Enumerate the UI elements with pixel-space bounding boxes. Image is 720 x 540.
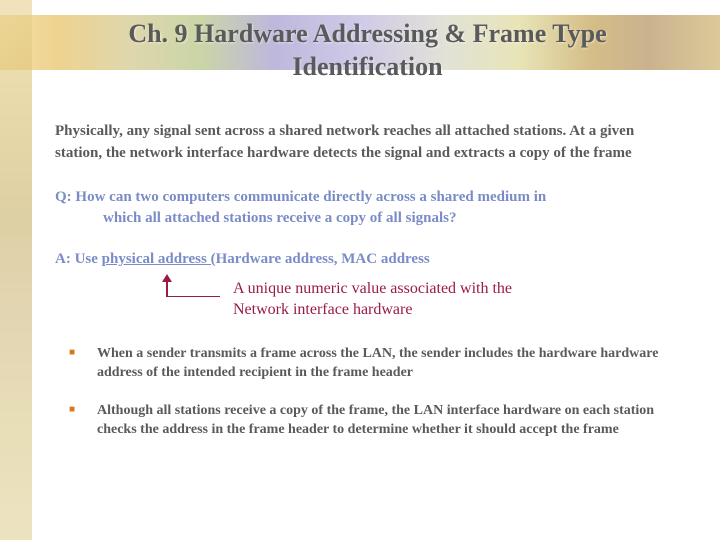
answer-text: A: Use physical address (Hardware addres… bbox=[55, 251, 680, 268]
bullet-item: When a sender transmits a frame across t… bbox=[55, 344, 680, 383]
arrow-icon bbox=[155, 274, 220, 298]
annotation-line1: A unique numeric value associated with t… bbox=[233, 280, 512, 297]
question-text: Q: How can two computers communicate dir… bbox=[55, 187, 680, 229]
bullet-item: Although all stations receive a copy of … bbox=[55, 401, 680, 440]
slide-content: Ch. 9 Hardware Addressing & Frame Type I… bbox=[0, 0, 720, 478]
question-line1: Q: How can two computers communicate dir… bbox=[55, 189, 546, 205]
answer-prefix: A: Use bbox=[55, 251, 102, 267]
annotation-block: A unique numeric value associated with t… bbox=[55, 272, 680, 322]
annotation-line2: Network interface hardware bbox=[233, 301, 412, 318]
answer-suffix: Hardware address, MAC address bbox=[216, 251, 430, 267]
intro-paragraph: Physically, any signal sent across a sha… bbox=[55, 121, 680, 165]
bullet-list: When a sender transmits a frame across t… bbox=[55, 344, 680, 440]
question-line2: which all attached stations receive a co… bbox=[55, 208, 680, 229]
slide-title: Ch. 9 Hardware Addressing & Frame Type I… bbox=[55, 18, 680, 83]
answer-underlined: physical address ( bbox=[102, 251, 216, 267]
